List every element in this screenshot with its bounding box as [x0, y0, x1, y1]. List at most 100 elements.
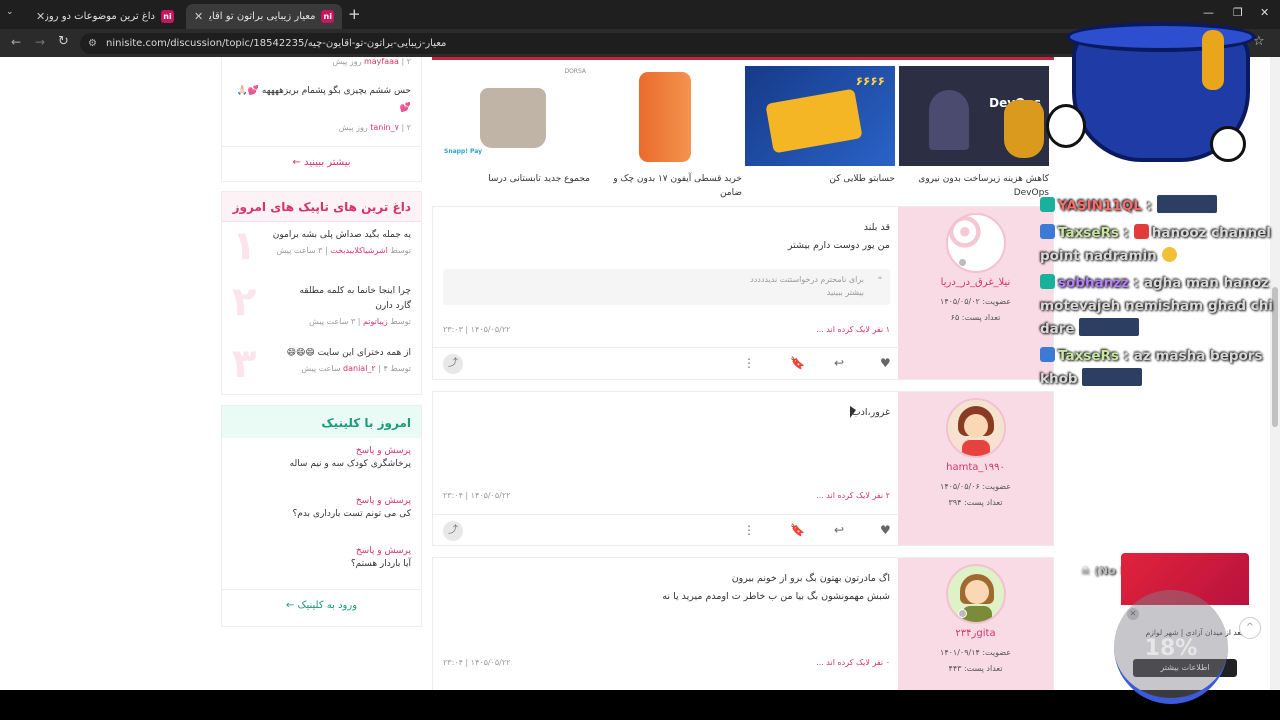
clinic-tag[interactable]: پرسش و پاسخ [232, 546, 411, 556]
likes-count[interactable]: ۲ نفر لایک کرده اند ... [816, 491, 890, 500]
mouse-cursor-icon [850, 406, 856, 418]
hot-topic-title[interactable]: از همه دخترای این سایت 😄😄😄 [236, 346, 411, 361]
likes-count[interactable]: ۰ نفر لایک کرده اند ... [816, 658, 890, 667]
ad-label: DORSA [564, 68, 586, 75]
share-icon[interactable]: ⤴ [443, 521, 463, 541]
minimize-icon[interactable]: — [1203, 6, 1214, 19]
post-text-line: من یور دوست دارم بیشتر [787, 240, 890, 251]
clinic-enter-link[interactable]: ورود به کلینیک ← [222, 590, 421, 611]
recent-item-title[interactable]: حس ششم یچیزی بگو پشمام بریزههههه 💕🙏🏻💕 [232, 83, 411, 117]
pot-rim [1066, 22, 1256, 52]
more-options-icon[interactable]: ⋮ [743, 356, 755, 370]
forward-icon[interactable]: → [35, 35, 45, 49]
bookmark-icon[interactable]: 🔖 [790, 356, 805, 370]
subscriber-badge-icon [1040, 274, 1055, 289]
clinic-tag[interactable]: پرسش و پاسخ [232, 496, 411, 506]
taskbar-strip [0, 690, 1280, 720]
recent-item[interactable]: حس ششم یچیزی بگو پشمام بریزههههه 💕🙏🏻💕 ta… [222, 69, 421, 147]
hot-topic-user[interactable]: زیباتوتم [363, 317, 388, 326]
share-icon[interactable]: ⤴ [443, 354, 463, 374]
streamer-mascot-pot [1046, 22, 1256, 172]
ad-gold-account-image[interactable]: ۶۶۶۶ [745, 66, 895, 166]
url-input[interactable]: ⚙ ninisite.com/discussion/topic/18542235… [80, 33, 1090, 54]
ad-caption[interactable]: کاهش هزینه زیرساخت بدون نیروی DevOps [899, 172, 1049, 200]
close-tab-icon[interactable]: ✕ [194, 10, 203, 23]
see-more-link[interactable]: بیشتر ببینید ← [222, 147, 421, 168]
site-info-icon[interactable]: ⚙ [88, 33, 97, 54]
reply-icon[interactable]: ↩ [834, 356, 844, 370]
post-count: تعداد پست: ۶۵ [950, 313, 1001, 322]
hot-topic-item[interactable]: ۳ از همه دخترای این سایت 😄😄😄 توسط danial… [222, 340, 421, 400]
progress-ring: 18% [1114, 590, 1228, 704]
hot-topic-item[interactable]: ۱ یه جمله بگید صداش پلی بشه برامون توسط … [222, 222, 421, 278]
chat-message: YASIN11QL : [1040, 195, 1275, 218]
avatar[interactable] [945, 564, 1006, 624]
hot-topic-item[interactable]: ۲ چرا اینجا خانما به کلمه مطلقه گارد دار… [222, 278, 421, 340]
post-datetime: ۱۴۰۵/۰۵/۲۲ | ۲۳:۰۴ [443, 491, 511, 500]
clinic-item[interactable]: پرسش و پاسخ آیا باردار هستم؟ [222, 538, 421, 590]
ad-caption[interactable]: حسابتو طلایی کن [745, 172, 895, 186]
maximize-icon[interactable]: ❐ [1233, 6, 1243, 19]
ad-caption[interactable]: مجموع جدید تابستانی درسا [440, 172, 590, 186]
avatar[interactable] [945, 398, 1006, 458]
quote-more-link[interactable]: بیشتر ببینید [453, 286, 864, 299]
quote-icon: ❝ [877, 275, 882, 284]
reply-icon[interactable]: ↩ [834, 523, 844, 537]
post-count: تعداد پست: ۴۴۳ [948, 664, 1003, 673]
meta-user[interactable]: mayfaaa [364, 57, 399, 66]
post-username[interactable]: نیلا_غرق_در_دریا [898, 277, 1053, 288]
ad-caption[interactable]: خرید قسطی آیفون ۱۷ بدون چک و ضامن [592, 172, 742, 200]
reload-icon[interactable]: ↻ [58, 34, 69, 49]
mascot-glove [1210, 126, 1246, 162]
tab-hot-topics[interactable]: ni داغ ترین موضوعات دو روز گذشت ✕ [28, 4, 182, 29]
post-username[interactable]: hamta_۱۹۹۰ [898, 462, 1053, 473]
clinic-item[interactable]: پرسش و پاسخ پرخاشگری کودک سه و نیم ساله [222, 438, 421, 488]
recent-item-meta: tanin_۷ | ۲ روز پیش [338, 123, 411, 132]
clinic-question[interactable]: پرخاشگری کودک سه و نیم ساله [232, 459, 411, 469]
hot-topic-user[interactable]: اشرشیاکلایبدبخت [330, 246, 388, 255]
post-username[interactable]: gitaر۲۳۴ [898, 628, 1053, 639]
clinic-item[interactable]: پرسش و پاسخ کی می تونم تست بارداری بدم؟ [222, 488, 421, 538]
more-options-icon[interactable]: ⋮ [743, 523, 755, 537]
scroll-to-top-button[interactable]: ^ [1239, 617, 1261, 639]
honey-jar-icon [1004, 100, 1044, 158]
new-tab-button[interactable]: + [348, 5, 361, 23]
close-window-icon[interactable]: ✕ [1260, 6, 1269, 19]
ad-iphone-image[interactable] [592, 66, 742, 166]
tab-title: معیار زیبایی براتون تو اقایون چیه [209, 11, 316, 22]
clinic-tag[interactable]: پرسش و پاسخ [232, 446, 411, 456]
tab-current-topic[interactable]: ni معیار زیبایی براتون تو اقایون چیه ✕ [186, 4, 342, 29]
honey-drip [1202, 30, 1224, 90]
tab-list-button[interactable]: ⌄ [6, 7, 22, 21]
chat-emote [1079, 318, 1140, 336]
hot-topic-title[interactable]: چرا اینجا خانما به کلمه مطلقه گارد دارن [236, 284, 411, 314]
clinic-question[interactable]: کی می تونم تست بارداری بدم؟ [232, 509, 411, 519]
recent-item-meta: mayfaaa | ۲ روز پیش [332, 57, 411, 66]
ad-bag-image[interactable]: DORSA Snapp! Pay [440, 66, 590, 166]
mascot-glove [1046, 104, 1086, 148]
hot-topic-meta: توسط اشرشیاکلایبدبخت | ۳ ساعت پیش [276, 246, 411, 255]
hot-topic-user[interactable]: danial_۲ [343, 364, 376, 373]
chat-emote [1161, 247, 1177, 262]
hot-topic-meta: توسط danial_۲ | ۴ ساعت پیش [301, 364, 411, 373]
bookmark-icon[interactable]: 🔖 [790, 523, 805, 537]
quoted-post[interactable]: ❝ برای نامحترم درخواستتت ندیددددد بیشتر … [443, 269, 890, 305]
likes-count[interactable]: ۱ نفر لایک کرده اند ... [816, 325, 890, 334]
post-text-line: قد بلند [863, 222, 890, 233]
back-icon[interactable]: ← [11, 35, 21, 49]
avatar[interactable] [945, 213, 1006, 273]
post-card: gitaر۲۳۴ عضویت: ۱۴۰۱/۰۹/۱۴ تعداد پست: ۴۴… [432, 557, 1054, 690]
subscriber-badge-icon [1040, 197, 1055, 212]
post-card: hamta_۱۹۹۰ عضویت: ۱۴۰۵/۰۵/۰۶ تعداد پست: … [432, 391, 1054, 546]
chat-emote [1156, 195, 1217, 213]
close-tab-icon[interactable]: ✕ [36, 10, 45, 23]
clinic-question[interactable]: آیا باردار هستم؟ [232, 559, 411, 569]
meta-user[interactable]: tanin_۷ [370, 123, 399, 132]
post-body: قد بلند من یور دوست دارم بیشتر ❝ برای نا… [433, 207, 900, 305]
hot-topic-title[interactable]: یه جمله بگید صداش پلی بشه برامون [236, 228, 411, 243]
avatar-face-shape [963, 414, 988, 438]
like-heart-icon[interactable]: ♥ [880, 356, 891, 370]
post-datetime: ۱۴۰۵/۰۵/۲۲ | ۲۳:۰۳ [443, 325, 511, 334]
like-heart-icon[interactable]: ♥ [880, 523, 891, 537]
post-count: تعداد پست: ۳۹۴ [948, 498, 1003, 507]
